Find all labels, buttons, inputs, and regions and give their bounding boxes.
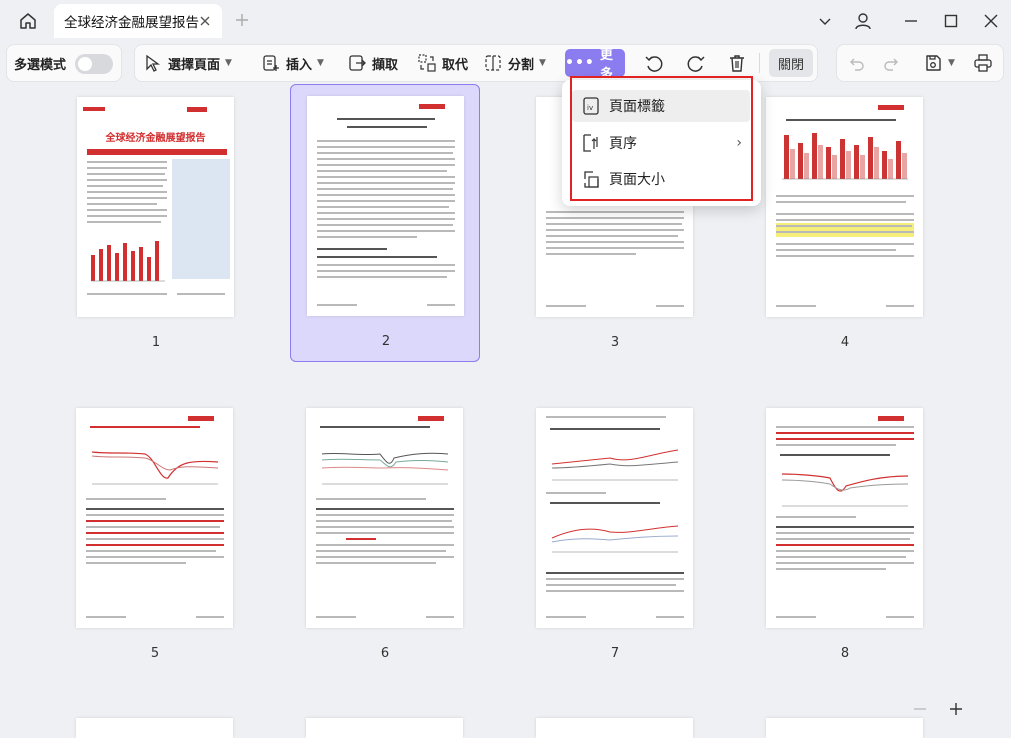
select-pages-button[interactable]: 選擇頁面 ▼ [143,45,232,81]
replace-button[interactable]: 取代 [417,45,468,81]
tab-title: 全球经济金融展望报告 [64,15,199,31]
page-number: 8 [840,646,850,661]
page-preview [307,96,464,316]
plus-icon [950,703,962,715]
page-thumbnail[interactable]: 7 [520,397,710,675]
minimize-button[interactable] [896,6,926,36]
page-number: 5 [150,646,160,661]
save-icon [926,55,941,71]
page-preview [536,408,693,628]
page-number: 4 [840,335,850,350]
chevron-down-icon: ▼ [225,58,232,68]
home-icon [20,13,36,29]
page-preview [766,97,923,317]
insert-label: 插入 [286,57,313,73]
more-dropdown-menu: iv 頁面標籤 頁序 › 頁面大小 [562,76,761,206]
page-number: 3 [610,335,620,350]
user-icon [855,13,871,30]
split-label: 分割 [508,57,535,73]
more-dots-icon: ••• [565,55,595,71]
print-button[interactable] [973,45,993,81]
page-preview: 全球经济金融展望报告 [77,97,234,317]
insert-button[interactable]: 插入 ▼ [261,45,324,81]
redo-icon [884,58,898,71]
redo-button[interactable] [883,45,901,81]
extract-button[interactable]: 擷取 [347,45,398,81]
chevron-down-icon: ▼ [539,58,546,68]
rotate-right-icon [687,56,705,72]
minus-icon [914,708,926,710]
zoom-in-button[interactable] [944,697,968,721]
extract-label: 擷取 [372,57,399,73]
page-thumbnail-grid: 全球经济金融展望报告 1 2 3 4 5 6 7 8 [0,84,1011,738]
annotation-highlight-box [570,76,753,201]
page-thumbnail-selected[interactable]: 2 [290,84,480,362]
toolbar-divider [759,53,760,73]
page-thumbnail-partial[interactable] [306,718,463,738]
chevron-down-icon [819,18,831,25]
title-bar: 全球经济金融展望报告 [0,0,1011,42]
page-number: 6 [380,646,390,661]
split-button[interactable]: 分割 ▼ [483,45,546,81]
tab-list-button[interactable] [810,6,840,36]
page-1-title: 全球经济金融展望报告 [105,133,206,144]
multi-select-mode: 多選模式 [6,44,122,82]
zoom-out-button[interactable] [908,697,932,721]
multi-select-label: 多選模式 [14,57,67,73]
page-thumbnail[interactable]: 4 [750,86,940,364]
minimize-icon [905,20,917,22]
chevron-down-icon: ▼ [948,58,955,68]
new-tab-button[interactable] [230,8,254,32]
page-thumbnail-partial[interactable] [536,718,693,738]
multi-select-toggle[interactable] [75,54,113,74]
page-thumbnail[interactable]: 5 [60,397,250,675]
file-tools-group: ▼ [836,44,1004,82]
printer-icon [974,54,992,72]
save-button[interactable]: ▼ [923,45,955,81]
close-label: 關閉 [777,57,804,73]
page-number: 7 [610,646,620,661]
close-icon [200,16,210,26]
page-thumbnail-partial[interactable] [76,718,233,738]
account-button[interactable] [848,6,878,36]
page-preview [766,408,923,628]
page-thumbnail[interactable]: 8 [750,397,940,675]
undo-icon [850,58,864,71]
cursor-select-icon [146,54,160,72]
plus-icon [236,14,248,26]
undo-button[interactable] [847,45,865,81]
extract-icon [349,55,366,71]
tab-close-button[interactable] [196,12,214,30]
split-icon [485,55,501,71]
home-button[interactable] [12,6,44,36]
page-thumbnail[interactable]: 全球经济金融展望报告 1 [42,86,234,364]
page-preview [306,408,463,628]
close-page-tools-button[interactable]: 關閉 [769,49,813,77]
close-window-button[interactable] [976,6,1006,36]
select-pages-label: 選擇頁面 [168,57,221,73]
insert-icon [263,55,279,71]
trash-icon [730,55,744,72]
toolbar: 多選模式 選擇頁面 ▼ 插入 ▼ 擷取 取代 分割 ▼ ••• 更多 關閉 ▼ [0,42,1011,86]
page-number: 2 [381,334,391,349]
rotate-left-icon [645,56,663,72]
maximize-icon [944,14,958,28]
page-preview [76,408,233,628]
replace-label: 取代 [442,57,469,73]
maximize-button[interactable] [936,6,966,36]
chevron-down-icon: ▼ [317,58,324,68]
close-icon [984,14,998,28]
document-tab[interactable]: 全球经济金融展望报告 [54,4,222,38]
page-number: 1 [151,335,161,350]
page-thumbnail[interactable]: 6 [290,397,480,675]
more-button[interactable]: ••• 更多 [565,48,625,82]
replace-icon [418,54,436,72]
page-thumbnail-partial[interactable] [766,718,923,738]
